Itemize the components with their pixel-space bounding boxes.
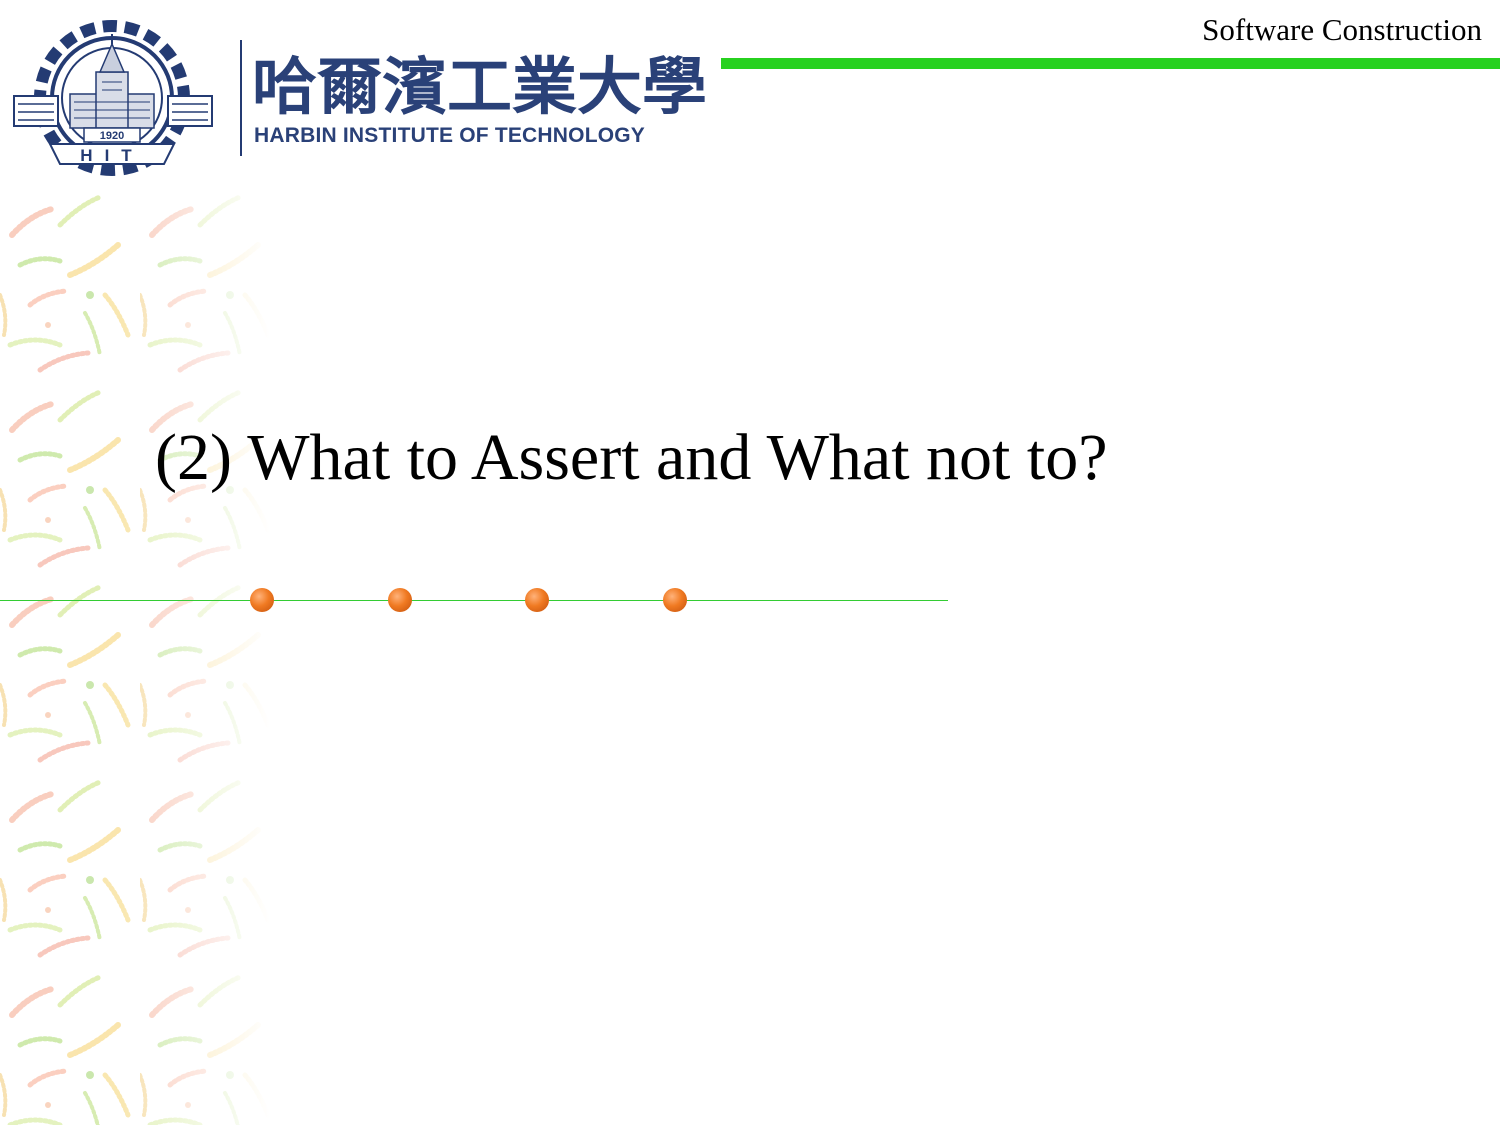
emblem-letters: HIT [80,146,143,165]
bullet-dot [525,588,549,612]
course-title: Software Construction [1202,12,1482,47]
bullet-dot [663,588,687,612]
leaf-pattern-decoration [0,195,270,1125]
header-accent-bar [721,58,1500,69]
bullet-dot [388,588,412,612]
slide: 1920 HIT 哈爾濱工業大學 HARBIN INSTITUTE OF TEC… [0,0,1500,1125]
university-name-calligraphy: 哈爾濱工業大學 [252,50,707,122]
bullet-dot [250,588,274,612]
university-name-cn: 哈爾濱工業大學 [252,50,707,122]
university-name-en: HARBIN INSTITUTE OF TECHNOLOGY [254,124,645,147]
emblem-year: 1920 [100,130,124,142]
logo-divider [240,40,242,156]
divider-line [0,600,948,601]
slide-title: (2) What to Assert and What not to? [155,421,1108,494]
hit-emblem-logo: 1920 HIT [13,20,213,176]
